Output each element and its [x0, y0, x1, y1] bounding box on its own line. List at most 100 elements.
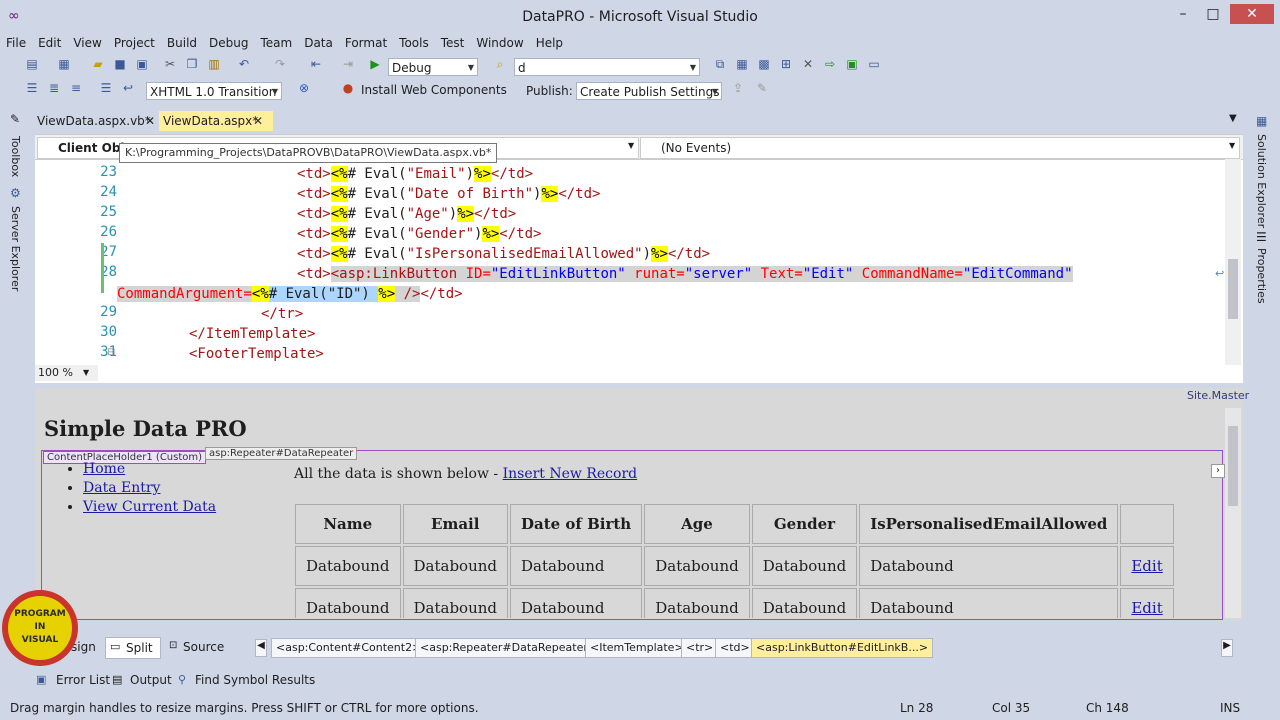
breadcrumb-item-selected[interactable]: <asp:LinkButton#EditLinkB...> [751, 638, 934, 658]
menu-format[interactable]: Format [339, 34, 393, 52]
open-file-icon[interactable]: ▰ [90, 56, 106, 72]
status-message: Drag margin handles to resize margins. P… [10, 701, 479, 715]
breadcrumb-right-icon[interactable]: ▶ [1221, 639, 1233, 657]
table-clip: Name Email Date of Birth Age Gender IsPe… [293, 502, 1221, 618]
tab-viewdata-aspx-vb[interactable]: ViewData.aspx.vb* ✕ [33, 111, 167, 131]
close-tab-icon[interactable]: ✕ [253, 111, 263, 131]
add-item-icon[interactable]: ▦ [56, 56, 72, 72]
menu-window[interactable]: Window [470, 34, 529, 52]
navigate-forward-icon[interactable]: ⇥ [340, 56, 356, 72]
nav-link-view-current-data[interactable]: View Current Data [83, 499, 216, 515]
new-project-icon[interactable]: ▤ [24, 56, 40, 72]
edit-link[interactable]: Edit [1120, 546, 1174, 586]
channel-logo: PROGRAM IN VISUAL [2, 590, 78, 666]
maximize-button[interactable]: □ [1200, 4, 1226, 24]
tag-breadcrumb: <asp:Content#Content2> <asp:Repeater#Dat… [271, 638, 934, 658]
menu-project[interactable]: Project [108, 34, 161, 52]
collapse-outline-icon[interactable]: ⊟ [107, 347, 115, 358]
menu-data[interactable]: Data [298, 34, 339, 52]
install-web-components-button[interactable]: Install Web Components [361, 83, 507, 97]
find-symbol-results-tab[interactable]: Find Symbol Results [195, 673, 315, 687]
publish-settings-icon[interactable]: ✎ [754, 80, 770, 96]
left-tool-strip: ✎ Toolbox ⚙ Server Explorer [6, 110, 28, 670]
toolbox-icon[interactable]: ⊞ [778, 56, 794, 72]
design-vertical-scrollbar[interactable] [1225, 408, 1241, 618]
target-schema-select[interactable]: XHTML 1.0 Transition ▼ [146, 82, 282, 100]
uncomment-icon[interactable]: ↩ [120, 80, 136, 96]
check-accessibility-icon[interactable]: ⊗ [296, 80, 312, 96]
menu-test[interactable]: Test [435, 34, 471, 52]
status-column: Col 35 [992, 701, 1031, 715]
properties-tab[interactable]: Properties [1255, 248, 1268, 304]
editor-vertical-scrollbar[interactable] [1225, 159, 1241, 365]
code-editor[interactable]: Client Obje ▼ (No Events) ▼ K:\Programmi… [35, 134, 1243, 383]
menu-team[interactable]: Team [254, 34, 298, 52]
design-view[interactable]: Site.Master Simple Data PRO ContentPlace… [35, 388, 1249, 620]
format-document-icon[interactable]: ☰ [98, 80, 114, 96]
properties-icon[interactable]: ▦ [734, 56, 750, 72]
line-number: 25 [100, 204, 117, 220]
save-all-icon[interactable]: ▣ [134, 56, 150, 72]
navigate-backward-icon[interactable]: ⇤ [308, 56, 324, 72]
solution-configuration-select[interactable]: Debug ▼ [388, 58, 478, 76]
breadcrumb-left-icon[interactable]: ◀ [255, 639, 267, 657]
menu-debug[interactable]: Debug [203, 34, 254, 52]
cut-icon[interactable]: ✂ [162, 56, 178, 72]
breadcrumb-item[interactable]: <td> [715, 638, 755, 658]
minimize-button[interactable]: – [1170, 4, 1196, 24]
undo-icon[interactable]: ↶ [236, 56, 252, 72]
solution-explorer-icon[interactable]: ⧉ [712, 56, 728, 72]
breadcrumb-item[interactable]: <tr> [681, 638, 719, 658]
menu-edit[interactable]: Edit [32, 34, 67, 52]
find-combo[interactable]: d ▼ [514, 58, 700, 76]
breadcrumb-item[interactable]: <asp:Repeater#DataRepeater> [415, 638, 603, 658]
start-debugging-icon[interactable]: ▶ [367, 56, 383, 72]
close-tab-icon[interactable]: ✕ [145, 111, 155, 131]
command-window-icon[interactable]: ▭ [866, 56, 882, 72]
paste-icon[interactable]: ▥ [206, 56, 222, 72]
extension-manager-icon[interactable]: ✕ [800, 56, 816, 72]
zoom-value: 100 % [38, 366, 73, 379]
copy-icon[interactable]: ❐ [184, 56, 200, 72]
toolbox-tab[interactable]: Toolbox [9, 136, 22, 177]
find-in-files-icon[interactable]: ⌕ [492, 56, 508, 72]
events-select[interactable]: (No Events) ▼ [640, 137, 1240, 159]
edit-link[interactable]: Edit [1120, 588, 1174, 618]
menu-view[interactable]: View [67, 34, 107, 52]
publish-profile-select[interactable]: Create Publish Settings ▼ [576, 82, 722, 100]
scrollbar-thumb[interactable] [1228, 426, 1238, 506]
start-page-icon[interactable]: ⇨ [822, 56, 838, 72]
comment-icon[interactable]: ≣ [46, 80, 62, 96]
menu-file[interactable]: File [0, 34, 32, 52]
source-view-button[interactable]: Source [183, 640, 224, 654]
split-view-button[interactable]: ▭ Split [105, 637, 161, 659]
nav-link-home[interactable]: Home [83, 461, 125, 477]
indent-icon[interactable]: ≡ [68, 80, 84, 96]
publish-web-icon[interactable]: ⇪ [730, 80, 746, 96]
smart-tag-chevron-icon[interactable]: › [1211, 464, 1225, 478]
error-list-tab[interactable]: Error List [56, 673, 110, 687]
table-cell: Databound [859, 546, 1119, 586]
object-browser-icon[interactable]: ▩ [756, 56, 772, 72]
solution-explorer-tab[interactable]: Solution Explorer [1255, 134, 1268, 228]
insert-new-record-link[interactable]: Insert New Record [503, 466, 638, 482]
save-icon[interactable]: ■ [112, 56, 128, 72]
menu-tools[interactable]: Tools [393, 34, 435, 52]
zoom-select[interactable]: 100 % ▼ [35, 365, 98, 381]
breadcrumb-item[interactable]: <asp:Content#Content2> [271, 638, 427, 658]
menu-help[interactable]: Help [530, 34, 569, 52]
breadcrumb-item[interactable]: <ItemTemplate> [585, 638, 689, 658]
tab-overflow-chevron-down-icon[interactable]: ▼ [1229, 113, 1237, 124]
redo-icon[interactable]: ↷ [272, 56, 288, 72]
server-explorer-icon[interactable]: ▣ [844, 56, 860, 72]
output-tab[interactable]: Output [130, 673, 172, 687]
tab-viewdata-aspx[interactable]: ViewData.aspx* ✕ [159, 111, 273, 131]
server-explorer-tab[interactable]: Server Explorer [9, 206, 22, 291]
pin-icon[interactable]: ✎ [10, 112, 20, 126]
scrollbar-thumb[interactable] [1228, 259, 1238, 319]
outdent-icon[interactable]: ☰ [24, 80, 40, 96]
close-button[interactable]: ✕ [1230, 4, 1274, 24]
nav-list: Home Data Entry View Current Data [45, 460, 216, 517]
nav-link-data-entry[interactable]: Data Entry [83, 480, 160, 496]
menu-build[interactable]: Build [161, 34, 203, 52]
